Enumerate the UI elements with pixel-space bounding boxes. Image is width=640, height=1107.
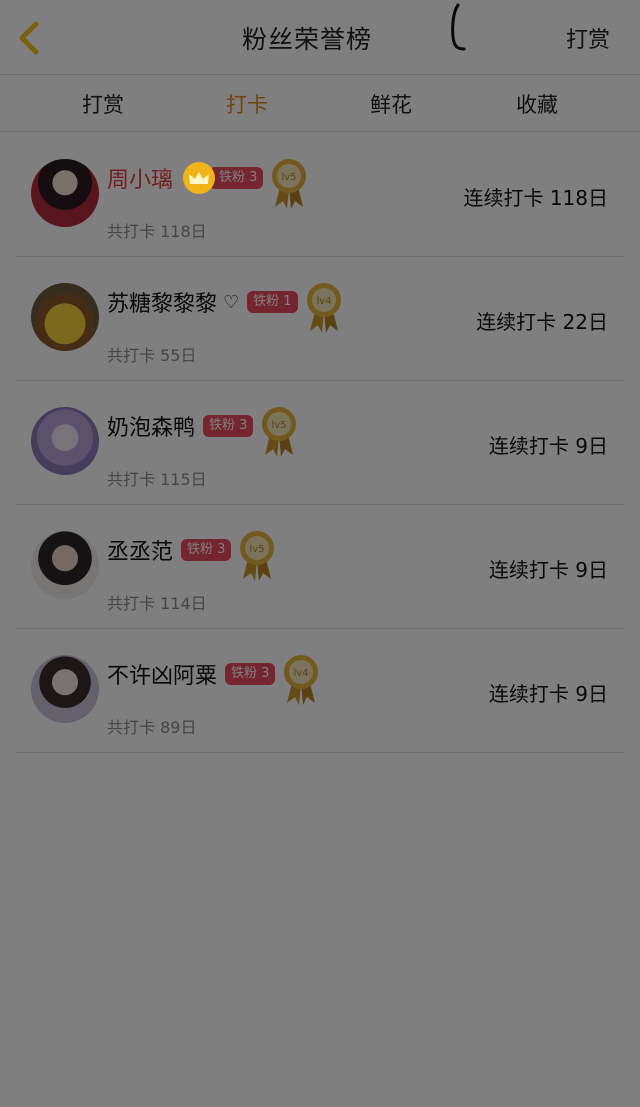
dim-overlay[interactable] xyxy=(0,0,640,1107)
crown-icon xyxy=(183,162,216,194)
